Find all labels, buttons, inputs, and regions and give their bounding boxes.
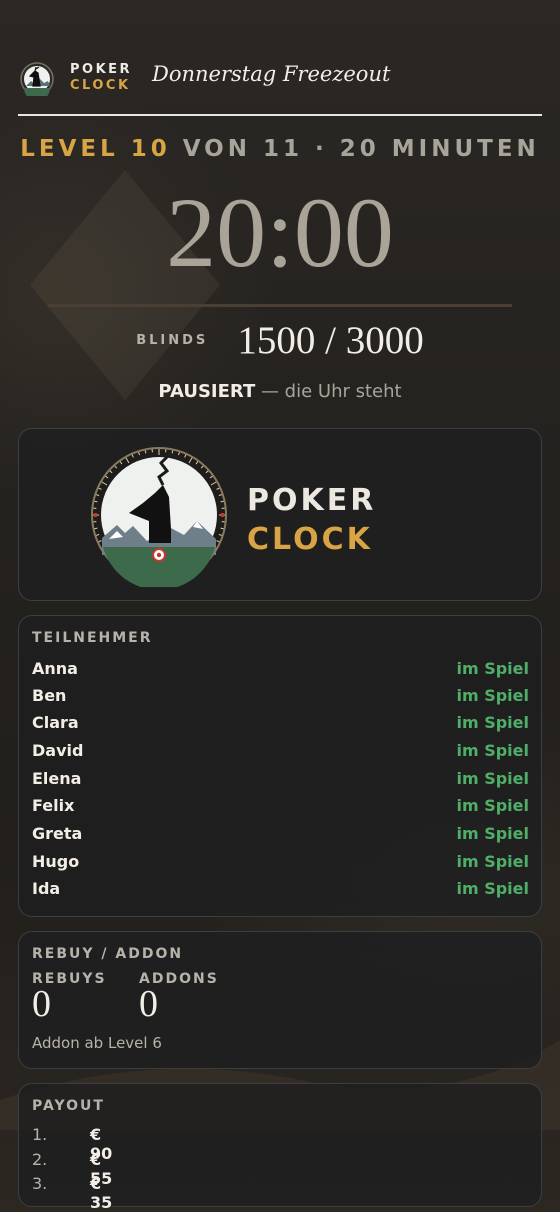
player-name: David bbox=[32, 741, 84, 760]
player-name: Felix bbox=[32, 796, 75, 815]
player-row[interactable]: Ben im Spiel bbox=[32, 686, 529, 710]
blinds-row: BLINDS 1500 / 3000 bbox=[0, 318, 560, 363]
payout-amount: € 35 bbox=[90, 1174, 113, 1212]
player-row[interactable]: Ida im Spiel bbox=[32, 879, 529, 903]
player-status: im Spiel bbox=[456, 741, 529, 760]
clock-status: PAUSIERT — die Uhr steht bbox=[0, 381, 560, 402]
dial-tick bbox=[220, 500, 224, 503]
player-row[interactable]: Clara im Spiel bbox=[32, 713, 529, 737]
player-status: im Spiel bbox=[456, 824, 529, 843]
player-status: im Spiel bbox=[456, 852, 529, 871]
header-brand-line1: POKER bbox=[70, 62, 133, 77]
level-details: VON 11 · 20 MINUTEN bbox=[182, 136, 540, 162]
dial-tick bbox=[94, 527, 98, 530]
player-name: Ida bbox=[32, 879, 61, 898]
brand-card-text: POKER CLOCK bbox=[247, 481, 376, 559]
brand-card-line1: POKER bbox=[247, 483, 377, 518]
payout-rank: 3. bbox=[32, 1174, 48, 1193]
payout-title: PAYOUT bbox=[32, 1098, 105, 1114]
player-status: im Spiel bbox=[456, 769, 529, 788]
addon-note: Addon ab Level 6 bbox=[32, 1034, 162, 1052]
players-card: TEILNEHMER Anna im Spiel Ben im Spiel Clar… bbox=[18, 615, 542, 917]
player-name: Anna bbox=[32, 659, 78, 678]
payout-card: PAYOUT 1. € 90 2. € 55 3. € 35 bbox=[18, 1083, 542, 1212]
player-row[interactable]: Greta im Spiel bbox=[32, 824, 529, 848]
blinds-label: BLINDS bbox=[136, 333, 209, 348]
player-name: Elena bbox=[32, 769, 82, 788]
payout-rank: 1. bbox=[32, 1125, 48, 1144]
brand-card: POKER CLOCK bbox=[18, 428, 542, 601]
player-status: im Spiel bbox=[456, 659, 529, 678]
dial-tick bbox=[220, 527, 224, 530]
player-row[interactable]: Anna im Spiel bbox=[32, 659, 529, 683]
payout-rank: 2. bbox=[32, 1150, 48, 1169]
player-name: Clara bbox=[32, 713, 79, 732]
player-name: Hugo bbox=[32, 852, 80, 871]
dial-tick bbox=[94, 500, 98, 503]
dial-tick bbox=[171, 450, 174, 454]
level-indicator: LEVEL 10 VON 11 · 20 MINUTEN bbox=[0, 136, 560, 162]
deer-clock-dial-icon bbox=[91, 447, 227, 587]
rebuys-count: 0 bbox=[32, 983, 51, 1025]
player-row[interactable]: Elena im Spiel bbox=[32, 769, 529, 793]
player-row[interactable]: Felix im Spiel bbox=[32, 796, 529, 820]
players-title: TEILNEHMER bbox=[32, 630, 153, 646]
dial-tick bbox=[144, 450, 147, 454]
status-description: — die Uhr steht bbox=[255, 381, 402, 402]
header-brand: POKER CLOCK bbox=[70, 62, 132, 94]
status-paused: PAUSIERT bbox=[158, 381, 256, 402]
player-status: im Spiel bbox=[456, 713, 529, 732]
rebuy-addon-card: REBUY / ADDON REBUYS 0 ADDONS 0 Addon ab… bbox=[18, 931, 542, 1069]
header-brand-line2: CLOCK bbox=[70, 78, 131, 93]
player-name: Greta bbox=[32, 824, 83, 843]
timer-progress-divider bbox=[48, 304, 512, 307]
countdown-timer[interactable]: 20:00 bbox=[0, 178, 560, 288]
level-number: LEVEL 10 bbox=[20, 136, 171, 162]
deer-clock-icon[interactable] bbox=[20, 62, 54, 96]
blinds-value: 1500 / 3000 bbox=[237, 319, 424, 362]
player-status: im Spiel bbox=[456, 686, 529, 705]
app-header: POKER CLOCK Donnerstag Freezeout bbox=[18, 56, 542, 116]
tournament-title: Donnerstag Freezeout bbox=[152, 62, 391, 86]
player-status: im Spiel bbox=[456, 796, 529, 815]
brand-card-line2: CLOCK bbox=[247, 522, 373, 557]
rebuy-addon-title: REBUY / ADDON bbox=[32, 946, 184, 962]
player-row[interactable]: Hugo im Spiel bbox=[32, 852, 529, 876]
player-status: im Spiel bbox=[456, 879, 529, 898]
player-name: Ben bbox=[32, 686, 67, 705]
addons-count: 0 bbox=[139, 983, 158, 1025]
player-row[interactable]: David im Spiel bbox=[32, 741, 529, 765]
